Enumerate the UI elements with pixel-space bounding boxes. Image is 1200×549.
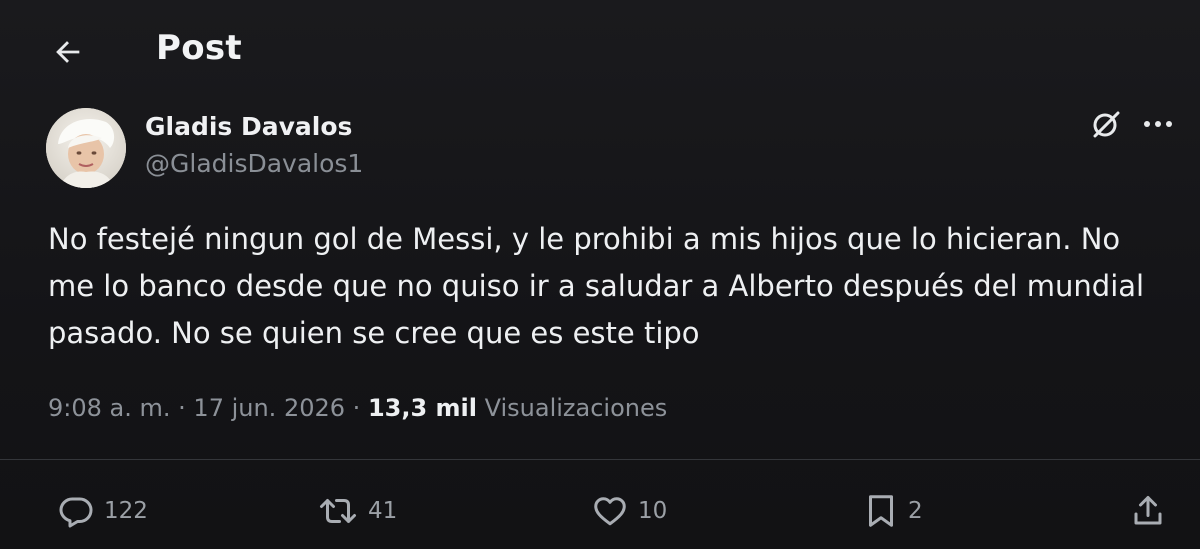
header: Post xyxy=(0,0,1200,100)
divider xyxy=(0,459,1200,460)
post-meta: 9:08 a. m. · 17 jun. 2026 · 13,3 mil Vis… xyxy=(48,394,667,422)
share-icon xyxy=(1134,496,1162,525)
bookmark-button[interactable]: 2 xyxy=(864,488,923,534)
page-title: Post xyxy=(156,28,242,68)
grok-button[interactable] xyxy=(1086,104,1126,144)
reply-button[interactable]: 122 xyxy=(58,488,148,534)
views-count[interactable]: 13,3 mil xyxy=(368,394,477,422)
arrow-left-icon xyxy=(56,41,80,63)
repost-button[interactable]: 41 xyxy=(318,488,397,534)
share-button[interactable] xyxy=(1130,488,1166,534)
bookmark-icon xyxy=(869,495,893,527)
reply-icon xyxy=(59,497,93,528)
views-label: Visualizaciones xyxy=(484,394,668,422)
more-horizontal-icon xyxy=(1144,121,1172,127)
author-handle[interactable]: @GladisDavalos1 xyxy=(145,149,363,178)
repost-icon xyxy=(320,499,356,523)
meta-separator-2: · xyxy=(352,394,361,422)
grok-icon xyxy=(1093,111,1120,138)
post-date[interactable]: 17 jun. 2026 xyxy=(193,394,345,422)
meta-separator: · xyxy=(178,394,186,422)
post-text: No festejé ningun gol de Messi, y le pro… xyxy=(48,222,1145,350)
like-count: 10 xyxy=(638,498,668,524)
heart-icon xyxy=(594,497,626,526)
reply-count: 122 xyxy=(104,498,148,524)
post-screen: Post Gladis Davalos @GladisDavalos1 No f… xyxy=(0,0,1200,549)
back-button[interactable] xyxy=(46,30,90,74)
author-name[interactable]: Gladis Davalos xyxy=(145,112,352,141)
user-avatar xyxy=(46,108,126,188)
more-button[interactable] xyxy=(1138,104,1178,144)
avatar[interactable] xyxy=(46,108,126,188)
bookmark-count: 2 xyxy=(908,498,923,524)
post-time[interactable]: 9:08 a. m. xyxy=(48,394,171,422)
repost-count: 41 xyxy=(368,498,398,524)
like-button[interactable]: 10 xyxy=(592,488,667,534)
